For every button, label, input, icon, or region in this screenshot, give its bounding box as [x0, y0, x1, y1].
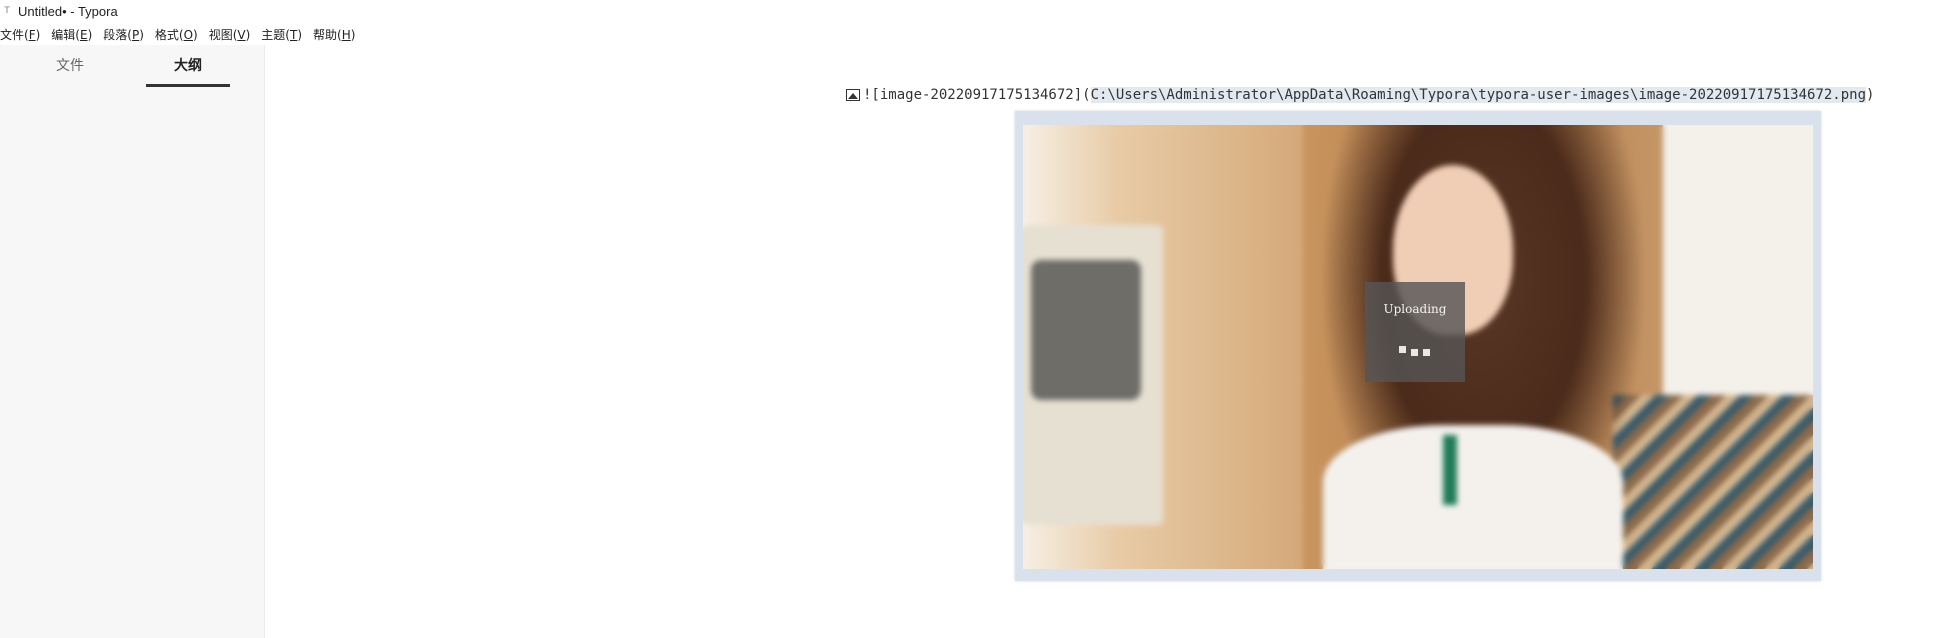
menu-theme[interactable]: 主题(T) — [261, 26, 302, 43]
editor-area[interactable]: ![image-20220917175134672]( C:\Users\Adm… — [266, 45, 1939, 638]
menu-format[interactable]: 格式(O) — [155, 26, 198, 43]
window-title: Untitled• - Typora — [18, 3, 118, 19]
loading-dot — [1411, 349, 1418, 356]
uploading-label: Uploading — [1383, 302, 1447, 316]
typora-app-icon: T — [4, 6, 10, 16]
sidebar: 文件 大纲 — [0, 45, 265, 638]
uploading-overlay: Uploading — [1365, 282, 1465, 382]
markdown-alt-text: ![image-20220917175134672]( — [863, 87, 1091, 103]
markdown-image-path[interactable]: C:\Users\Administrator\AppData\Roaming\T… — [1090, 87, 1867, 103]
menu-file[interactable]: 文件(F) — [0, 26, 40, 43]
menu-paragraph[interactable]: 段落(P) — [103, 26, 144, 43]
loading-dot — [1423, 349, 1430, 356]
menu-view[interactable]: 视图(V) — [209, 26, 251, 43]
markdown-image-source[interactable]: ![image-20220917175134672]( C:\Users\Adm… — [846, 87, 1874, 103]
markdown-closing-paren: ) — [1866, 87, 1875, 103]
loading-dot — [1399, 346, 1406, 353]
menu-bar: 文件(F) 编辑(E) 段落(P) 格式(O) 视图(V) 主题(T) 帮助(H… — [0, 23, 366, 45]
title-bar: T Untitled• - Typora — [0, 0, 1939, 22]
tab-files[interactable]: 文件 — [40, 55, 100, 75]
tab-outline-label: 大纲 — [174, 58, 202, 74]
menu-edit[interactable]: 编辑(E) — [51, 26, 92, 43]
tab-outline[interactable]: 大纲 — [146, 55, 230, 87]
active-tab-indicator — [146, 84, 230, 87]
loading-dots-icon — [1399, 346, 1433, 358]
sidebar-tabs: 文件 大纲 — [0, 55, 265, 91]
image-icon — [846, 89, 860, 101]
menu-help[interactable]: 帮助(H) — [313, 26, 355, 43]
